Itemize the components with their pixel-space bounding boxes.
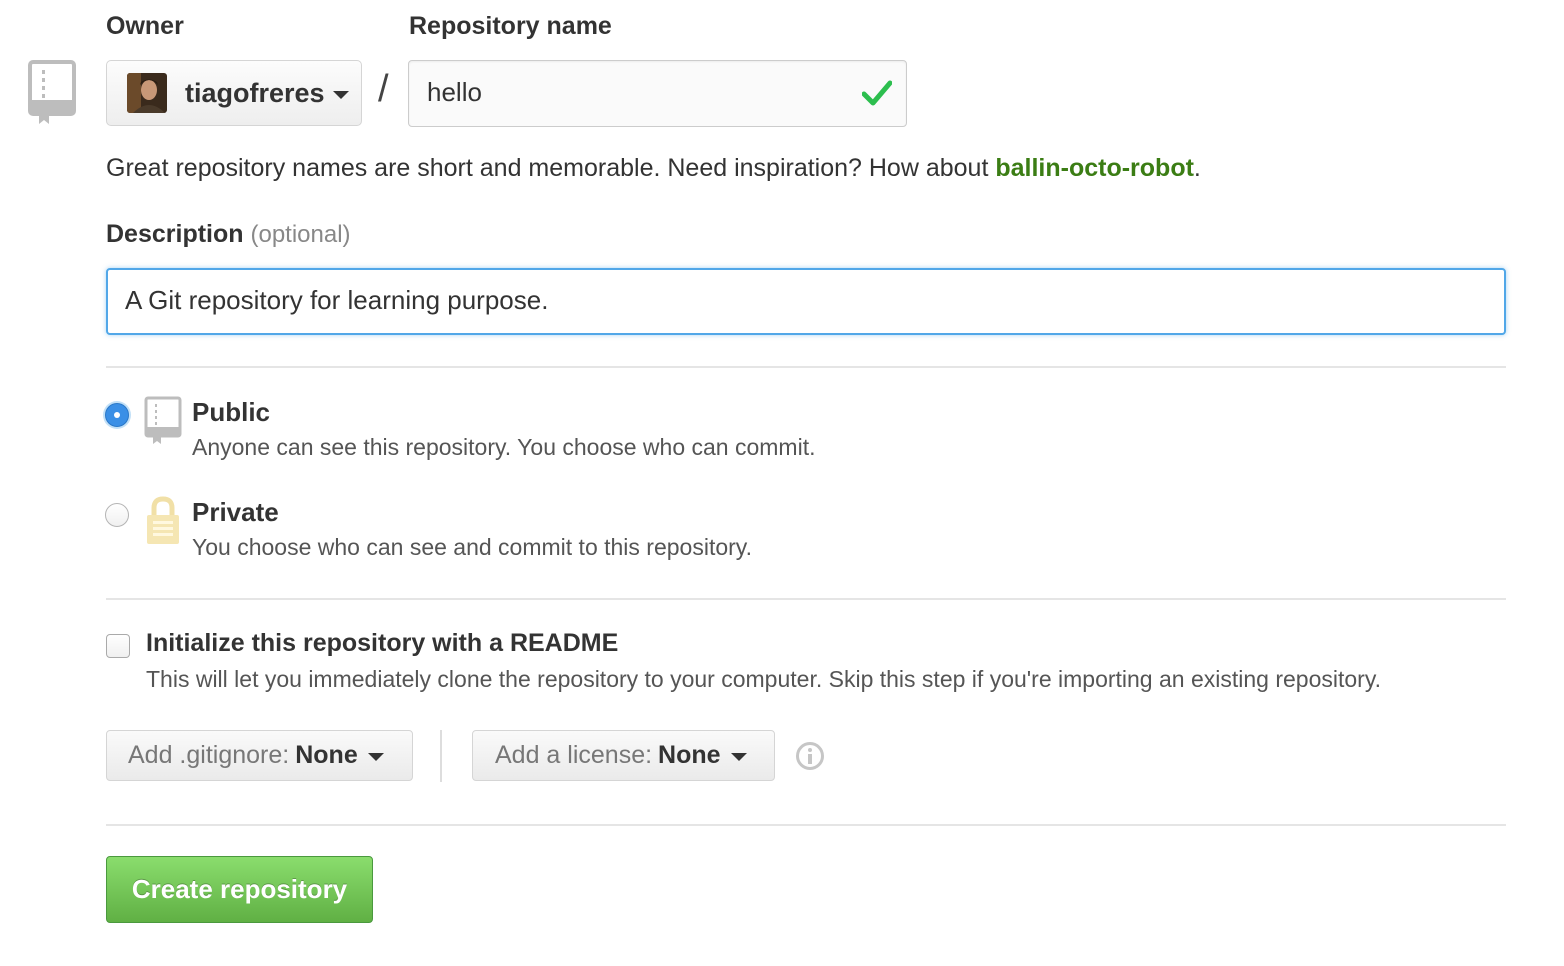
hint-suffix: .	[1193, 154, 1201, 182]
chevron-down-icon	[367, 753, 384, 761]
description-label-text: Description	[106, 220, 244, 248]
chevron-down-icon	[730, 753, 747, 761]
gitignore-select-button[interactable]: Add .gitignore: None	[106, 730, 413, 781]
license-select-button[interactable]: Add a license: None	[472, 730, 775, 781]
license-value: None	[658, 741, 721, 769]
check-icon	[861, 79, 893, 112]
readme-title[interactable]: Initialize this repository with a README	[146, 629, 618, 658]
readme-description: This will let you immediately clone the …	[146, 666, 1382, 692]
repo-icon	[28, 60, 76, 131]
repo-name-hint: Great repository names are short and mem…	[106, 154, 1201, 183]
owner-name: tiagofreres	[185, 77, 325, 108]
optional-hint: (optional)	[250, 221, 351, 248]
gitignore-prefix: Add .gitignore:	[128, 741, 290, 769]
public-description: Anyone can see this repository. You choo…	[192, 434, 816, 460]
private-radio[interactable]	[105, 503, 129, 527]
public-radio[interactable]	[105, 403, 129, 427]
owner-label: Owner	[106, 12, 184, 40]
info-icon[interactable]	[795, 741, 825, 776]
repo-name-input[interactable]: hello	[408, 60, 907, 127]
gitignore-value: None	[295, 741, 358, 769]
repo-name-value: hello	[427, 77, 482, 107]
hint-text: Great repository names are short and mem…	[106, 154, 996, 182]
chevron-down-icon	[332, 91, 349, 99]
divider	[106, 598, 1506, 600]
public-title[interactable]: Public	[192, 397, 270, 428]
divider	[440, 730, 442, 782]
divider	[106, 824, 1506, 826]
description-value: A Git repository for learning purpose.	[125, 285, 549, 315]
readme-checkbox[interactable]	[106, 634, 130, 658]
license-prefix: Add a license:	[495, 741, 653, 769]
owner-select-button[interactable]: tiagofreres	[106, 60, 362, 126]
name-suggestion-link[interactable]: ballin-octo-robot	[995, 154, 1194, 182]
divider	[106, 366, 1506, 368]
private-title[interactable]: Private	[192, 497, 279, 528]
description-label: Description (optional)	[106, 220, 351, 249]
private-description: You choose who can see and commit to thi…	[192, 534, 752, 560]
repo-name-label: Repository name	[409, 12, 612, 40]
repo-icon	[144, 396, 182, 451]
avatar	[127, 73, 167, 113]
owner-repo-separator: /	[378, 68, 389, 110]
lock-icon	[144, 496, 182, 551]
description-input[interactable]: A Git repository for learning purpose.	[106, 268, 1506, 335]
create-repository-button[interactable]: Create repository	[106, 856, 373, 923]
